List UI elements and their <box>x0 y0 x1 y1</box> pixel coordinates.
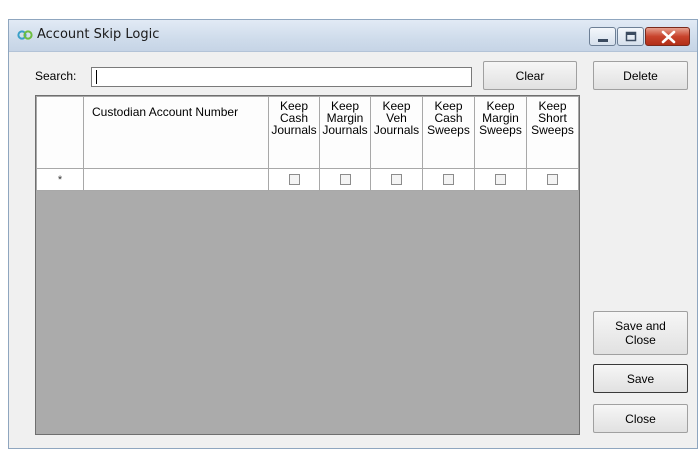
account-skip-logic-window: Account Skip Logic Search: Clear Delete <box>8 19 698 449</box>
column-header-keep-cash-sweeps[interactable]: Keep Cash Sweeps <box>422 96 475 169</box>
column-header-keep-margin-journals[interactable]: Keep Margin Journals <box>319 96 371 169</box>
keep-margin-journals-checkbox[interactable] <box>339 173 351 185</box>
delete-button[interactable]: Delete <box>593 61 688 90</box>
maximize-button[interactable] <box>617 27 644 46</box>
keep-veh-journals-checkbox[interactable] <box>391 173 402 185</box>
save-and-close-button[interactable]: Save and Close <box>593 311 688 355</box>
new-row-marker[interactable]: * <box>36 168 84 191</box>
keep-short-sweeps-checkbox[interactable] <box>547 173 558 185</box>
keep-margin-sweeps-checkbox[interactable] <box>495 173 506 185</box>
new-row-keep-margin-sweeps-cell[interactable] <box>474 168 527 191</box>
search-input[interactable] <box>91 67 472 87</box>
row-header-corner <box>36 96 84 169</box>
window-title: Account Skip Logic <box>37 27 160 42</box>
header-row: Custodian Account Number Keep Cash Journ… <box>36 96 579 169</box>
column-header-keep-veh-journals[interactable]: Keep Veh Journals <box>370 96 423 169</box>
title-bar[interactable]: Account Skip Logic <box>9 20 697 52</box>
close-icon <box>661 30 676 44</box>
column-header-keep-margin-sweeps[interactable]: Keep Margin Sweeps <box>474 96 527 169</box>
new-row-keep-cash-journals-cell[interactable] <box>268 168 320 191</box>
new-row-keep-veh-journals-cell[interactable] <box>370 168 423 191</box>
account-grid[interactable]: Custodian Account Number Keep Cash Journ… <box>35 95 580 435</box>
keep-cash-sweeps-checkbox[interactable] <box>443 173 454 185</box>
account-table: Custodian Account Number Keep Cash Journ… <box>36 96 579 191</box>
keep-cash-journals-checkbox[interactable] <box>288 173 300 185</box>
minimize-button[interactable] <box>589 27 616 46</box>
close-button[interactable]: Close <box>593 404 688 433</box>
clear-button[interactable]: Clear <box>483 61 577 90</box>
infinity-link-icon <box>17 30 33 40</box>
save-and-close-label: Save and Close <box>615 319 666 347</box>
background-page-heading-fragment <box>0 0 470 8</box>
new-row-custodian-account-cell[interactable] <box>83 168 269 191</box>
column-header-custodian-account-number[interactable]: Custodian Account Number <box>83 96 269 169</box>
save-button[interactable]: Save <box>593 364 688 393</box>
maximize-icon <box>625 31 637 42</box>
new-row-keep-short-sweeps-cell[interactable] <box>526 168 579 191</box>
close-window-button[interactable] <box>645 27 690 46</box>
new-row-keep-cash-sweeps-cell[interactable] <box>422 168 475 191</box>
search-label: Search: <box>35 69 77 83</box>
new-row: * <box>36 168 579 191</box>
column-header-keep-cash-journals[interactable]: Keep Cash Journals <box>268 96 320 169</box>
minimize-icon <box>598 39 608 42</box>
text-caret <box>96 70 97 84</box>
column-header-keep-short-sweeps[interactable]: Keep Short Sweeps <box>526 96 579 169</box>
new-row-keep-margin-journals-cell[interactable] <box>319 168 371 191</box>
